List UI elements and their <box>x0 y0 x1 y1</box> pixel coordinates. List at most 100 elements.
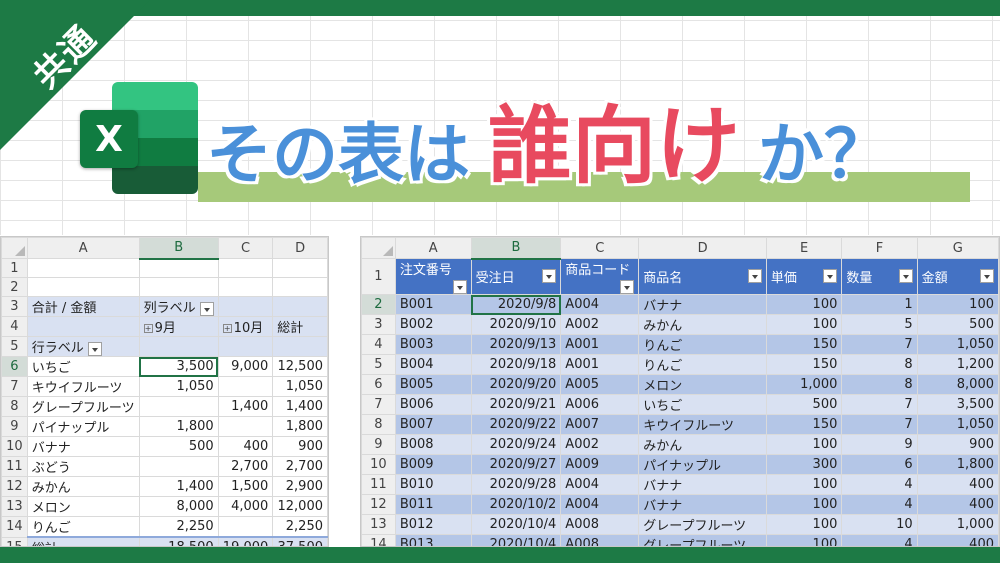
cell[interactable] <box>26 277 140 297</box>
table-cell[interactable]: 300 <box>765 454 843 475</box>
table-cell[interactable]: A005 <box>560 374 640 395</box>
row-header[interactable]: 14 <box>1 516 28 538</box>
table-cell[interactable]: 2020/9/22 <box>470 414 562 435</box>
row-header[interactable]: 6 <box>1 356 28 377</box>
table-cell[interactable]: 1,000 <box>765 374 843 395</box>
pivot-grand-total[interactable]: 19,000 <box>217 536 274 546</box>
table-cell[interactable]: 100 <box>765 514 843 535</box>
table-cell[interactable]: B006 <box>394 394 472 415</box>
pivot-value[interactable]: 2,700 <box>217 456 274 477</box>
cell[interactable] <box>217 296 274 317</box>
table-header-order-date[interactable]: 受注日 <box>470 258 562 295</box>
pivot-col-sep-cell[interactable]: +9月 <box>138 316 219 337</box>
column-header-e[interactable]: E <box>765 237 843 259</box>
cell[interactable] <box>138 258 219 278</box>
pivot-value[interactable]: 1,800 <box>272 416 328 437</box>
pivot-value[interactable] <box>217 376 274 397</box>
table-cell[interactable]: B012 <box>394 514 472 535</box>
row-header[interactable]: 1 <box>361 258 396 295</box>
table-cell[interactable]: 2020/9/21 <box>470 394 562 415</box>
row-header[interactable]: 5 <box>361 354 396 375</box>
table-cell[interactable]: メロン <box>638 374 767 395</box>
column-header-b[interactable]: B <box>470 237 562 260</box>
table-cell[interactable]: 2020/9/28 <box>470 474 562 495</box>
cell[interactable] <box>272 258 328 278</box>
row-header[interactable]: 5 <box>1 336 28 357</box>
pivot-value[interactable] <box>138 456 219 477</box>
table-cell[interactable]: 1,800 <box>916 454 999 475</box>
table-cell[interactable]: B004 <box>394 354 472 375</box>
pivot-value-field-label[interactable]: 合計 / 金額 <box>26 296 140 317</box>
pivot-value[interactable]: 8,000 <box>138 496 219 517</box>
cell[interactable] <box>138 336 219 357</box>
table-cell[interactable]: 2020/10/4 <box>470 534 562 546</box>
table-cell[interactable]: 9 <box>841 434 918 455</box>
expand-icon[interactable]: + <box>143 324 153 333</box>
table-cell[interactable]: A006 <box>560 394 640 415</box>
table-cell[interactable]: 1 <box>841 294 918 315</box>
table-cell[interactable]: A004 <box>560 474 640 495</box>
pivot-col-oct-cell[interactable]: +10月 <box>217 316 274 337</box>
row-header[interactable]: 3 <box>361 314 396 335</box>
table-cell[interactable]: りんご <box>638 354 767 375</box>
cell[interactable] <box>26 258 140 278</box>
row-header[interactable]: 7 <box>1 376 28 397</box>
table-cell[interactable]: 2020/10/2 <box>470 494 562 515</box>
table-cell[interactable]: 150 <box>765 334 843 355</box>
row-header[interactable]: 10 <box>361 454 396 475</box>
pivot-row-label[interactable]: いちご <box>26 356 140 377</box>
pivot-value[interactable]: 2,250 <box>138 516 219 538</box>
table-cell[interactable]: 2020/10/4 <box>470 514 562 535</box>
pivot-value[interactable]: 1,800 <box>138 416 219 437</box>
pivot-row-label[interactable]: みかん <box>26 476 140 497</box>
table-cell[interactable]: 500 <box>765 394 843 415</box>
pivot-column-labels-cell[interactable]: 列ラベル <box>138 296 219 317</box>
cell[interactable] <box>272 277 328 297</box>
pivot-row-label[interactable]: グレープフルーツ <box>26 396 140 417</box>
pivot-row-label[interactable]: メロン <box>26 496 140 517</box>
table-cell[interactable]: 8 <box>841 354 918 375</box>
table-cell[interactable]: B005 <box>394 374 472 395</box>
cell[interactable] <box>217 258 274 278</box>
column-header-d[interactable]: D <box>272 237 328 259</box>
table-cell[interactable]: 100 <box>765 494 843 515</box>
table-cell[interactable]: B010 <box>394 474 472 495</box>
cell[interactable] <box>217 277 274 297</box>
table-cell[interactable]: バナナ <box>638 294 767 315</box>
pivot-row-label[interactable]: キウイフルーツ <box>26 376 140 397</box>
table-cell[interactable]: B011 <box>394 494 472 515</box>
active-cell[interactable]: 2020/9/8 <box>470 294 562 315</box>
table-cell[interactable]: 4 <box>841 474 918 495</box>
table-cell[interactable]: A008 <box>560 514 640 535</box>
table-cell[interactable]: B009 <box>394 454 472 475</box>
table-cell[interactable]: A001 <box>560 334 640 355</box>
table-header-quantity[interactable]: 数量 <box>841 258 918 295</box>
table-cell[interactable]: 7 <box>841 334 918 355</box>
table-cell[interactable]: 100 <box>765 534 843 546</box>
cell[interactable] <box>217 336 274 357</box>
column-header-b[interactable]: B <box>138 237 219 260</box>
filter-dropdown-icon[interactable] <box>898 269 913 283</box>
select-all-corner[interactable] <box>1 237 28 259</box>
pivot-value[interactable]: 900 <box>272 436 328 457</box>
table-cell[interactable]: 1,200 <box>916 354 999 375</box>
row-header[interactable]: 12 <box>1 476 28 497</box>
table-cell[interactable]: バナナ <box>638 494 767 515</box>
pivot-grand-total-label[interactable]: 総計 <box>26 536 140 546</box>
row-header[interactable]: 13 <box>361 514 396 535</box>
table-cell[interactable]: いちご <box>638 394 767 415</box>
table-cell[interactable]: A002 <box>560 434 640 455</box>
table-cell[interactable]: 8,000 <box>916 374 999 395</box>
column-header-c[interactable]: C <box>217 237 274 259</box>
table-cell[interactable]: A009 <box>560 454 640 475</box>
table-cell[interactable]: 100 <box>916 294 999 315</box>
filter-dropdown-icon[interactable] <box>980 269 994 283</box>
table-cell[interactable]: 1,000 <box>916 514 999 535</box>
table-cell[interactable]: みかん <box>638 434 767 455</box>
pivot-column-grand-total[interactable]: 総計 <box>272 316 328 337</box>
table-cell[interactable]: 8 <box>841 374 918 395</box>
filter-dropdown-icon[interactable] <box>542 269 557 284</box>
table-header-product-code[interactable]: 商品コード <box>560 258 640 295</box>
row-header[interactable]: 15 <box>1 536 28 546</box>
row-header[interactable]: 4 <box>361 334 396 355</box>
